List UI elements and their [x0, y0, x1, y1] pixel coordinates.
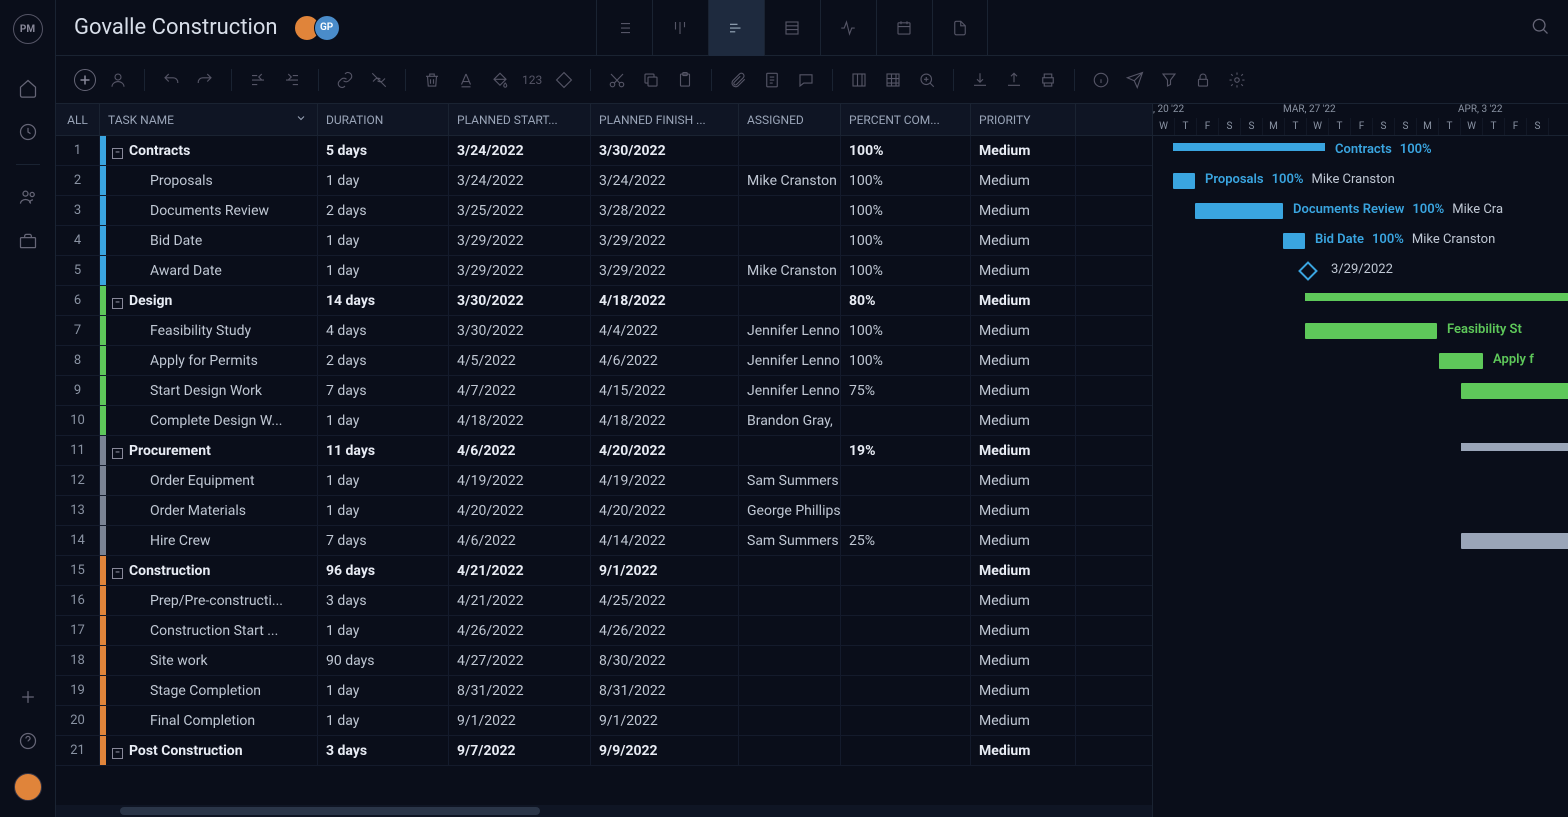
table-row[interactable]: 16 Prep/Pre-constructi... 3 days 4/21/20…	[56, 586, 1152, 616]
table-row[interactable]: 17 Construction Start ... 1 day 4/26/202…	[56, 616, 1152, 646]
number-format-label[interactable]: 123	[522, 73, 542, 87]
col-header-assigned[interactable]: ASSIGNED	[739, 104, 841, 135]
table-row[interactable]: 3 Documents Review 2 days 3/25/2022 3/28…	[56, 196, 1152, 226]
import-icon[interactable]	[968, 68, 992, 92]
paste-icon[interactable]	[673, 68, 697, 92]
col-header-percent[interactable]: PERCENT COM...	[841, 104, 971, 135]
col-header-start[interactable]: PLANNED START...	[449, 104, 591, 135]
briefcase-icon[interactable]	[16, 229, 40, 253]
indent-icon[interactable]	[280, 68, 304, 92]
outdent-icon[interactable]	[246, 68, 270, 92]
table-row[interactable]: 15 −Construction 96 days 4/21/2022 9/1/2…	[56, 556, 1152, 586]
grid-header: ALL TASK NAME DURATION PLANNED START... …	[56, 104, 1152, 136]
comment-icon[interactable]	[794, 68, 818, 92]
table-row[interactable]: 5 Award Date 1 day 3/29/2022 3/29/2022 M…	[56, 256, 1152, 286]
col-header-priority[interactable]: PRIORITY	[971, 104, 1076, 135]
col-header-duration[interactable]: DURATION	[318, 104, 449, 135]
header: Govalle Construction GP	[56, 0, 1568, 56]
note-icon[interactable]	[760, 68, 784, 92]
horizontal-scrollbar[interactable]	[56, 805, 1152, 817]
table-row[interactable]: 20 Final Completion 1 day 9/1/2022 9/1/2…	[56, 706, 1152, 736]
table-row[interactable]: 7 Feasibility Study 4 days 3/30/2022 4/4…	[56, 316, 1152, 346]
table-row[interactable]: 14 Hire Crew 7 days 4/6/2022 4/14/2022 S…	[56, 526, 1152, 556]
shape-icon[interactable]	[552, 68, 576, 92]
table-row[interactable]: 4 Bid Date 1 day 3/29/2022 3/29/2022 100…	[56, 226, 1152, 256]
file-view-tab[interactable]	[932, 0, 988, 56]
table-row[interactable]: 18 Site work 90 days 4/27/2022 8/30/2022…	[56, 646, 1152, 676]
table-row[interactable]: 10 Complete Design W... 1 day 4/18/2022 …	[56, 406, 1152, 436]
table-row[interactable]: 2 Proposals 1 day 3/24/2022 3/24/2022 Mi…	[56, 166, 1152, 196]
people-icon[interactable]	[16, 185, 40, 209]
table-row[interactable]: 12 Order Equipment 1 day 4/19/2022 4/19/…	[56, 466, 1152, 496]
copy-icon[interactable]	[639, 68, 663, 92]
table-row[interactable]: 21 −Post Construction 3 days 9/7/2022 9/…	[56, 736, 1152, 766]
view-tabs	[596, 0, 988, 56]
print-icon[interactable]	[1036, 68, 1060, 92]
calendar-view-tab[interactable]	[876, 0, 932, 56]
send-icon[interactable]	[1123, 68, 1147, 92]
user-avatar-icon[interactable]	[14, 773, 42, 801]
search-icon[interactable]	[1530, 16, 1550, 40]
sheet-view-tab[interactable]	[764, 0, 820, 56]
home-icon[interactable]	[16, 76, 40, 100]
export-icon[interactable]	[1002, 68, 1026, 92]
cut-icon[interactable]	[605, 68, 629, 92]
add-task-button[interactable]	[74, 69, 96, 91]
redo-icon[interactable]	[193, 68, 217, 92]
info-icon[interactable]	[1089, 68, 1113, 92]
help-icon[interactable]	[16, 729, 40, 753]
board-view-tab[interactable]	[652, 0, 708, 56]
project-title: Govalle Construction	[74, 15, 278, 40]
grid-body: 1 −Contracts 5 days 3/24/2022 3/30/2022 …	[56, 136, 1152, 805]
table-row[interactable]: 6 −Design 14 days 3/30/2022 4/18/2022 80…	[56, 286, 1152, 316]
table-row[interactable]: 13 Order Materials 1 day 4/20/2022 4/20/…	[56, 496, 1152, 526]
col-header-task[interactable]: TASK NAME	[100, 104, 318, 135]
list-view-tab[interactable]	[596, 0, 652, 56]
left-nav-rail: PM	[0, 0, 56, 817]
table-row[interactable]: 9 Start Design Work 7 days 4/7/2022 4/15…	[56, 376, 1152, 406]
grid-icon[interactable]	[881, 68, 905, 92]
lock-icon[interactable]	[1191, 68, 1215, 92]
attach-icon[interactable]	[726, 68, 750, 92]
table-row[interactable]: 11 −Procurement 11 days 4/6/2022 4/20/20…	[56, 436, 1152, 466]
table-row[interactable]: 19 Stage Completion 1 day 8/31/2022 8/31…	[56, 676, 1152, 706]
chevron-down-icon[interactable]	[293, 110, 309, 129]
text-style-icon[interactable]	[454, 68, 478, 92]
unlink-icon[interactable]	[367, 68, 391, 92]
table-row[interactable]: 1 −Contracts 5 days 3/24/2022 3/30/2022 …	[56, 136, 1152, 166]
task-grid: ALL TASK NAME DURATION PLANNED START... …	[56, 104, 1152, 817]
undo-icon[interactable]	[159, 68, 183, 92]
link-icon[interactable]	[333, 68, 357, 92]
assign-icon[interactable]	[106, 68, 130, 92]
avatar-badge: GP	[314, 15, 340, 41]
gantt-view-tab[interactable]	[708, 0, 764, 56]
gantt-chart[interactable]: , 20 '22MAR, 27 '22APR, 3 '22 WTFSSMTWTF…	[1152, 104, 1568, 817]
fill-icon[interactable]	[488, 68, 512, 92]
col-header-all[interactable]: ALL	[56, 104, 100, 135]
add-icon[interactable]	[16, 685, 40, 709]
delete-icon[interactable]	[420, 68, 444, 92]
avatar-group[interactable]: GP	[294, 15, 340, 41]
clock-icon[interactable]	[16, 120, 40, 144]
activity-view-tab[interactable]	[820, 0, 876, 56]
zoom-icon[interactable]	[915, 68, 939, 92]
table-row[interactable]: 8 Apply for Permits 2 days 4/5/2022 4/6/…	[56, 346, 1152, 376]
filter-icon[interactable]	[1157, 68, 1181, 92]
app-logo[interactable]: PM	[13, 14, 43, 44]
col-header-finish[interactable]: PLANNED FINISH ...	[591, 104, 739, 135]
settings-icon[interactable]	[1225, 68, 1249, 92]
toolbar: 123	[56, 56, 1568, 104]
columns-icon[interactable]	[847, 68, 871, 92]
